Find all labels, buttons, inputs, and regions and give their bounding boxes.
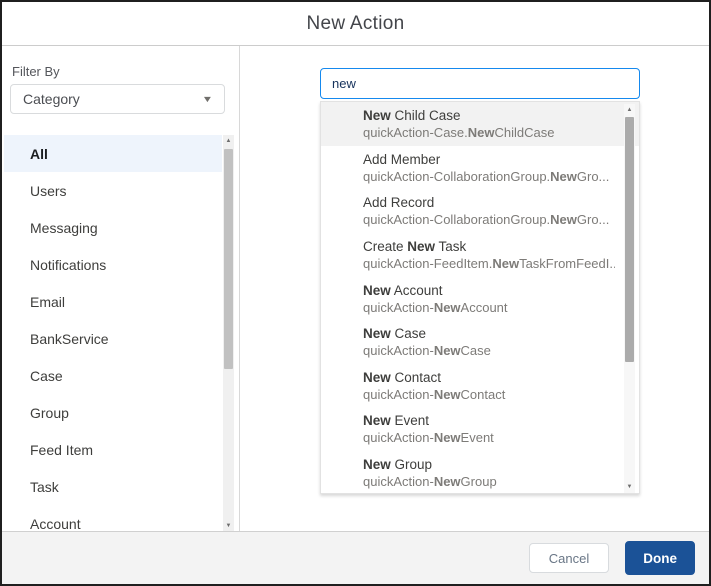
chevron-down-icon: ▼	[201, 94, 214, 104]
filter-by-label: Filter By	[12, 64, 60, 79]
category-item-users[interactable]: Users	[4, 172, 222, 209]
scroll-up-icon[interactable]: ▲	[624, 104, 635, 116]
result-title: Add Member	[363, 151, 441, 167]
result-item[interactable]: New Case quickAction-NewCase	[321, 320, 639, 364]
result-title: Create New Task	[363, 238, 467, 254]
category-list: All Users Messaging Notifications Email BankS…	[4, 135, 222, 533]
modal-header: New Action	[2, 2, 709, 46]
new-action-modal: New Action Filter By Category ▼ All Users…	[0, 0, 711, 586]
scroll-down-icon[interactable]: ▼	[624, 481, 635, 493]
category-list-scrollbar[interactable]: ▲ ▼	[223, 135, 234, 532]
result-item[interactable]: New Account quickAction-NewAccount	[321, 277, 639, 321]
result-subtitle: quickAction-FeedItem.NewTaskFromFeedI...	[363, 255, 615, 271]
result-subtitle: quickAction-NewEvent	[363, 430, 494, 446]
category-dropdown[interactable]: Category ▼	[10, 84, 225, 114]
result-item[interactable]: Add Member quickAction-CollaborationGrou…	[321, 146, 639, 190]
result-title: New Account	[363, 282, 443, 298]
result-title: New Event	[363, 413, 430, 429]
category-item-email[interactable]: Email	[4, 283, 222, 320]
category-dropdown-value: Category	[23, 91, 80, 107]
result-item[interactable]: New Group quickAction-NewGroup	[321, 451, 639, 493]
scroll-up-icon[interactable]: ▲	[223, 135, 234, 147]
category-item-task[interactable]: Task	[4, 468, 222, 505]
result-item[interactable]: New Event quickAction-NewEvent	[321, 407, 639, 451]
result-subtitle: quickAction-NewAccount	[363, 299, 508, 315]
result-title: Add Record	[363, 195, 435, 211]
result-list: New Child Case quickAction-Case.NewChild…	[321, 102, 639, 493]
category-item-all[interactable]: All	[4, 135, 222, 172]
category-item-notifications[interactable]: Notifications	[4, 246, 222, 283]
result-subtitle: quickAction-NewContact	[363, 386, 506, 402]
result-item[interactable]: New Child Case quickAction-Case.NewChild…	[321, 102, 639, 146]
result-subtitle: quickAction-NewCase	[363, 343, 491, 359]
category-item-case[interactable]: Case	[4, 357, 222, 394]
category-item-account[interactable]: Account	[4, 505, 222, 533]
result-item[interactable]: Create New Task quickAction-FeedItem.New…	[321, 233, 639, 277]
result-subtitle: quickAction-CollaborationGroup.NewGro...	[363, 168, 610, 184]
result-item[interactable]: Add Record quickAction-CollaborationGrou…	[321, 189, 639, 233]
filter-panel: Filter By Category ▼ All Users Messaging No…	[2, 46, 240, 533]
category-item-feed-item[interactable]: Feed Item	[4, 431, 222, 468]
result-subtitle: quickAction-NewGroup	[363, 474, 497, 490]
modal-footer: Cancel Done	[2, 531, 709, 584]
category-item-messaging[interactable]: Messaging	[4, 209, 222, 246]
result-item[interactable]: New Contact quickAction-NewContact	[321, 364, 639, 408]
cancel-button[interactable]: Cancel	[528, 543, 610, 573]
result-title: New Group	[363, 457, 433, 473]
result-subtitle: quickAction-Case.NewChildCase	[363, 125, 555, 140]
results-scrollbar[interactable]: ▲ ▼	[624, 104, 635, 493]
search-results-dropdown: New Child Case quickAction-Case.NewChild…	[320, 101, 640, 494]
result-subtitle: quickAction-CollaborationGroup.NewGro...	[363, 212, 610, 228]
result-title: New Case	[363, 326, 427, 342]
category-scrollbar-thumb[interactable]	[224, 149, 233, 369]
search-input[interactable]	[320, 68, 640, 99]
result-title: New Child Case	[363, 108, 461, 123]
category-item-bankservice[interactable]: BankService	[4, 320, 222, 357]
result-title: New Contact	[363, 369, 442, 385]
done-button[interactable]: Done	[625, 541, 695, 575]
results-scrollbar-thumb[interactable]	[625, 117, 634, 362]
category-item-group[interactable]: Group	[4, 394, 222, 431]
modal-title: New Action	[306, 12, 405, 34]
